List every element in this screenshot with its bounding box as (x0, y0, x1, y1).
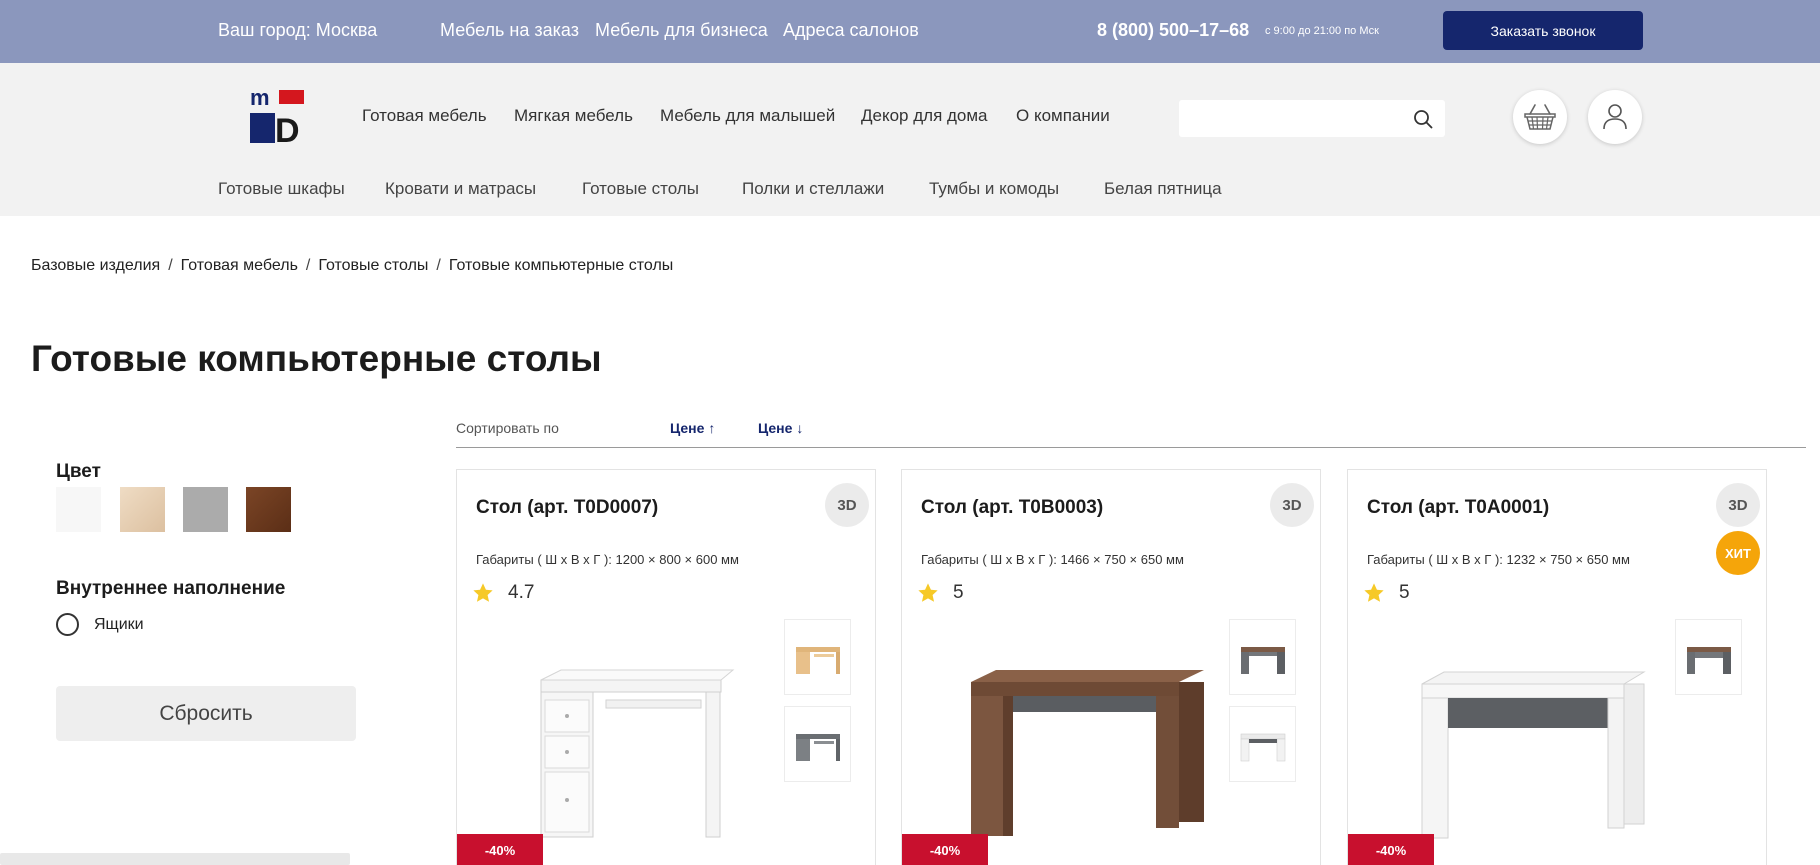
view-3d-badge[interactable]: 3D (1716, 483, 1760, 527)
subnav-tables[interactable]: Готовые столы (582, 179, 699, 199)
product-card[interactable]: Стол (арт. T0A0001) 3D ХИТ Габариты ( Ш … (1347, 469, 1767, 865)
breadcrumb-separator: / (436, 257, 441, 274)
product-thumbnail[interactable] (1675, 619, 1742, 695)
color-swatch-white[interactable] (56, 487, 101, 532)
subnav-wardrobes[interactable]: Готовые шкафы (218, 179, 345, 199)
rating-value: 5 (1399, 582, 1410, 603)
link-custom-furniture[interactable]: Мебель на заказ (440, 20, 579, 41)
product-image[interactable] (946, 622, 1216, 852)
sort-price-asc[interactable]: Цене ↑ (670, 420, 715, 436)
breadcrumb-item[interactable]: Готовая мебель (181, 257, 298, 274)
fill-filter-title: Внутреннее наполнение (56, 578, 286, 599)
sidebar-scrollbar[interactable] (0, 853, 350, 865)
product-dimensions: Габариты ( Ш х В х Г ): 1232 × 750 × 650… (1367, 552, 1630, 567)
nav-home-decor[interactable]: Декор для дома (861, 106, 988, 126)
discount-badge: -40% (1348, 834, 1434, 865)
product-dimensions: Габариты ( Ш х В х Г ): 1200 × 800 × 600… (476, 552, 739, 567)
nav-ready-furniture[interactable]: Готовая мебель (362, 106, 487, 126)
drawers-label: Ящики (94, 615, 144, 633)
working-hours: с 9:00 до 21:00 по Мск (1265, 25, 1379, 37)
breadcrumb-separator: / (305, 257, 311, 274)
cart-button[interactable] (1513, 90, 1567, 144)
product-image[interactable] (1392, 622, 1662, 852)
product-thumbnail[interactable] (1229, 619, 1296, 695)
top-bar: Ваш город: Москва Мебель на заказ Мебель… (0, 0, 1820, 63)
basket-icon (1524, 104, 1556, 130)
subnav-white-friday[interactable]: Белая пятница (1104, 179, 1222, 199)
md-logo-icon[interactable]: m D (249, 88, 305, 144)
color-filter-title: Цвет (56, 461, 101, 482)
search-box (1179, 100, 1445, 137)
phone-number[interactable]: 8 (800) 500–17–68 (1097, 20, 1249, 41)
product-title[interactable]: Стол (арт. T0D0007) (476, 497, 658, 519)
product-thumbnail[interactable] (784, 706, 851, 782)
drawers-radio[interactable] (56, 613, 79, 636)
rating-value: 5 (953, 582, 964, 603)
star-icon (918, 583, 938, 602)
sort-bar: Сортировать по Цене ↑ Цене ↓ (456, 420, 1806, 448)
product-rating: 5 (1363, 582, 1410, 604)
sort-price-desc[interactable]: Цене ↓ (758, 420, 803, 436)
view-3d-badge[interactable]: 3D (825, 483, 869, 527)
site-header: m D Готовая мебель Мягкая мебель Мебель … (0, 63, 1820, 216)
link-business-furniture[interactable]: Мебель для бизнеса (595, 20, 768, 41)
breadcrumb-item[interactable]: Базовые изделия (31, 257, 160, 274)
product-card[interactable]: Стол (арт. T0D0007) 3D Габариты ( Ш х В … (456, 469, 876, 865)
view-3d-badge[interactable]: 3D (1270, 483, 1314, 527)
color-swatch-oak[interactable] (120, 487, 165, 532)
search-icon[interactable] (1413, 109, 1433, 129)
user-icon (1603, 104, 1627, 130)
color-swatch-grey[interactable] (183, 487, 228, 532)
breadcrumb-separator: / (168, 257, 173, 274)
search-input[interactable] (1179, 100, 1405, 137)
product-thumbnail[interactable] (1229, 706, 1296, 782)
color-swatch-walnut[interactable] (246, 487, 291, 532)
product-dimensions: Габариты ( Ш х В х Г ): 1466 × 750 × 650… (921, 552, 1184, 567)
account-button[interactable] (1588, 90, 1642, 144)
nav-kids-furniture[interactable]: Мебель для малышей (660, 106, 835, 126)
subnav-beds[interactable]: Кровати и матрасы (385, 179, 536, 199)
product-title[interactable]: Стол (арт. T0B0003) (921, 497, 1103, 519)
product-thumbnail[interactable] (784, 619, 851, 695)
star-icon (1364, 583, 1384, 602)
breadcrumb-item[interactable]: Готовые столы (318, 257, 428, 274)
drawers-option[interactable]: Ящики (56, 613, 144, 636)
breadcrumb-current: Готовые компьютерные столы (448, 257, 674, 274)
link-showroom-addresses[interactable]: Адреса салонов (783, 20, 919, 41)
product-title[interactable]: Стол (арт. T0A0001) (1367, 497, 1549, 519)
discount-badge: -40% (457, 834, 543, 865)
product-rating: 5 (917, 582, 964, 604)
order-call-button[interactable]: Заказать звонок (1443, 11, 1643, 50)
svg-text:m: m (250, 88, 270, 110)
discount-badge: -40% (902, 834, 988, 865)
product-card[interactable]: Стол (арт. T0B0003) 3D Габариты ( Ш х В … (901, 469, 1321, 865)
nav-soft-furniture[interactable]: Мягкая мебель (514, 106, 633, 126)
hit-badge: ХИТ (1716, 531, 1760, 575)
rating-value: 4.7 (508, 582, 535, 603)
subnav-cabinets[interactable]: Тумбы и комоды (929, 179, 1059, 199)
subnav-shelves[interactable]: Полки и стеллажи (742, 179, 884, 199)
breadcrumb: Базовые изделия / Готовая мебель / Готовые с… (31, 257, 673, 275)
city-selector[interactable]: Ваш город: Москва (218, 20, 377, 41)
page-title: Готовые компьютерные столы (31, 338, 602, 379)
nav-about[interactable]: О компании (1016, 106, 1110, 126)
reset-filters-button[interactable]: Сбросить (56, 686, 356, 741)
svg-text:D: D (275, 112, 300, 144)
sort-label: Сортировать по (456, 420, 559, 436)
product-rating: 4.7 (472, 582, 534, 604)
product-image[interactable] (501, 622, 771, 852)
star-icon (473, 583, 493, 602)
